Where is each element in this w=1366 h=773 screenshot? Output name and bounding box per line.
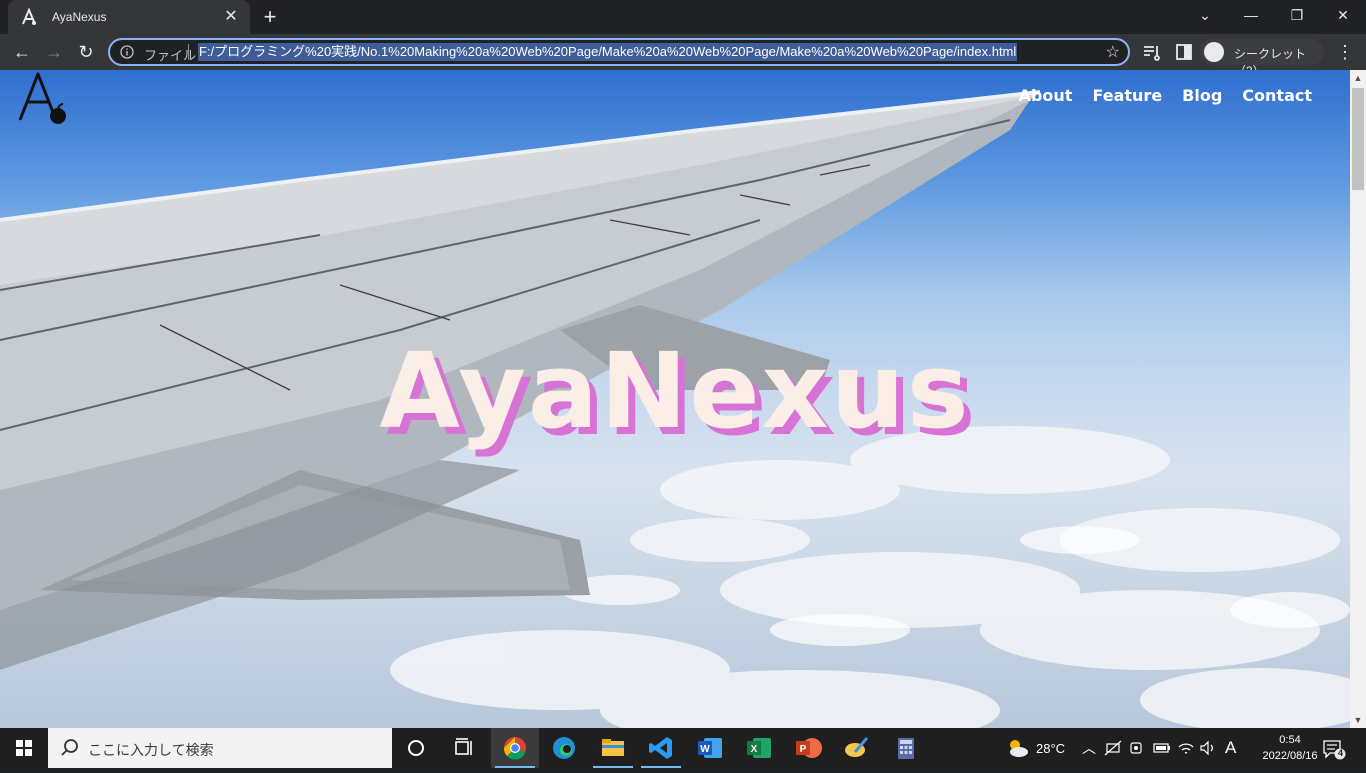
windows-taskbar: ここに入力して検索 W X P 28°C ︿ A 0:54 2022/08/16… bbox=[0, 728, 1366, 768]
browser-menu-icon[interactable]: ⋮ bbox=[1336, 42, 1354, 62]
svg-text:P: P bbox=[800, 744, 807, 755]
back-button[interactable]: ← bbox=[10, 40, 34, 64]
site-favicon-icon bbox=[22, 8, 36, 25]
scroll-down-icon[interactable]: ▼ bbox=[1350, 712, 1366, 728]
nav-link-about[interactable]: About bbox=[1019, 86, 1073, 105]
new-tab-button[interactable]: + bbox=[258, 6, 282, 28]
site-info-icon[interactable] bbox=[120, 45, 134, 59]
page-scrollbar[interactable]: ▲ ▼ bbox=[1350, 70, 1366, 728]
taskbar-file-explorer[interactable] bbox=[589, 728, 637, 768]
site-logo[interactable] bbox=[12, 70, 72, 128]
incognito-icon bbox=[1204, 42, 1224, 62]
omnibox-divider bbox=[188, 44, 189, 60]
forward-button[interactable]: → bbox=[42, 40, 66, 64]
network-off-icon[interactable] bbox=[1104, 740, 1122, 756]
reload-button[interactable]: ↻ bbox=[74, 40, 98, 64]
edge-icon[interactable] bbox=[540, 728, 588, 768]
tab-title: AyaNexus bbox=[52, 10, 107, 24]
file-explorer-icon bbox=[602, 739, 624, 756]
reading-list-icon[interactable] bbox=[1142, 42, 1162, 62]
calculator-icon[interactable] bbox=[882, 728, 930, 768]
search-icon bbox=[61, 739, 78, 756]
ime-mode-indicator[interactable]: A bbox=[1225, 738, 1236, 758]
tab-close-icon[interactable]: ✕ bbox=[222, 8, 240, 26]
close-window-button[interactable]: ✕ bbox=[1320, 0, 1366, 30]
weather-temperature[interactable]: 28°C bbox=[1036, 741, 1065, 756]
notification-count: 4 bbox=[1337, 748, 1343, 758]
excel-icon[interactable]: X bbox=[735, 728, 783, 768]
vscode-icon bbox=[649, 737, 672, 759]
scrollbar-thumb[interactable] bbox=[1352, 88, 1364, 190]
nav-link-blog[interactable]: Blog bbox=[1182, 86, 1222, 105]
incognito-indicator[interactable]: シークレット（3） bbox=[1200, 39, 1324, 78]
tab-strip: AyaNexus ✕ + ⌄ — ❐ ✕ bbox=[0, 0, 1366, 34]
show-hidden-icons-icon[interactable]: ︿ bbox=[1082, 738, 1096, 758]
volume-icon[interactable] bbox=[1199, 739, 1217, 757]
tab-search-icon[interactable]: ⌄ bbox=[1182, 0, 1228, 30]
minimize-button[interactable]: — bbox=[1228, 0, 1274, 30]
nav-link-contact[interactable]: Contact bbox=[1242, 86, 1312, 105]
hero-title: AyaNexus bbox=[379, 330, 971, 452]
side-panel-icon[interactable] bbox=[1174, 42, 1194, 62]
system-clock[interactable]: 0:54 2022/08/16 bbox=[1250, 732, 1330, 764]
taskbar-chrome[interactable] bbox=[491, 728, 539, 768]
task-view-icon[interactable] bbox=[440, 728, 488, 768]
site-nav: About Feature Blog Contact bbox=[1019, 86, 1312, 105]
clock-time: 0:54 bbox=[1279, 734, 1301, 746]
web-page: About Feature Blog Contact AyaNexus bbox=[0, 70, 1350, 728]
scroll-up-icon[interactable]: ▲ bbox=[1350, 70, 1366, 86]
url-text[interactable]: F:/プログラミング%20実践/No.1%20Making%20a%20Web%… bbox=[198, 43, 1018, 61]
windows-start-icon[interactable] bbox=[0, 728, 48, 768]
taskbar-search-box[interactable]: ここに入力して検索 bbox=[48, 728, 392, 768]
search-placeholder: ここに入力して検索 bbox=[88, 742, 214, 758]
bookmark-star-icon[interactable]: ☆ bbox=[1106, 42, 1120, 62]
weather-cloud-sun-icon[interactable] bbox=[1004, 736, 1030, 760]
word-icon[interactable]: W bbox=[686, 728, 734, 768]
svg-text:X: X bbox=[751, 744, 758, 755]
browser-tab[interactable]: AyaNexus ✕ bbox=[8, 0, 250, 34]
address-bar[interactable]: ファイル F:/プログラミング%20実践/No.1%20Making%20a%2… bbox=[108, 38, 1130, 66]
battery-icon[interactable] bbox=[1152, 740, 1172, 756]
svg-text:W: W bbox=[700, 744, 710, 755]
nav-link-feature[interactable]: Feature bbox=[1092, 86, 1162, 105]
browser-toolbar: ← → ↻ ファイル F:/プログラミング%20実践/No.1%20Making… bbox=[0, 34, 1366, 78]
powerpoint-icon[interactable]: P bbox=[784, 728, 832, 768]
meet-now-icon[interactable] bbox=[1128, 740, 1146, 756]
wifi-icon[interactable] bbox=[1177, 739, 1195, 757]
taskbar-vscode[interactable] bbox=[637, 728, 685, 768]
clock-date: 2022/08/16 bbox=[1262, 750, 1318, 762]
restore-button[interactable]: ❐ bbox=[1274, 0, 1320, 30]
paint-app-icon[interactable] bbox=[833, 728, 881, 768]
chrome-icon bbox=[503, 737, 526, 760]
cortana-icon[interactable] bbox=[392, 728, 440, 768]
